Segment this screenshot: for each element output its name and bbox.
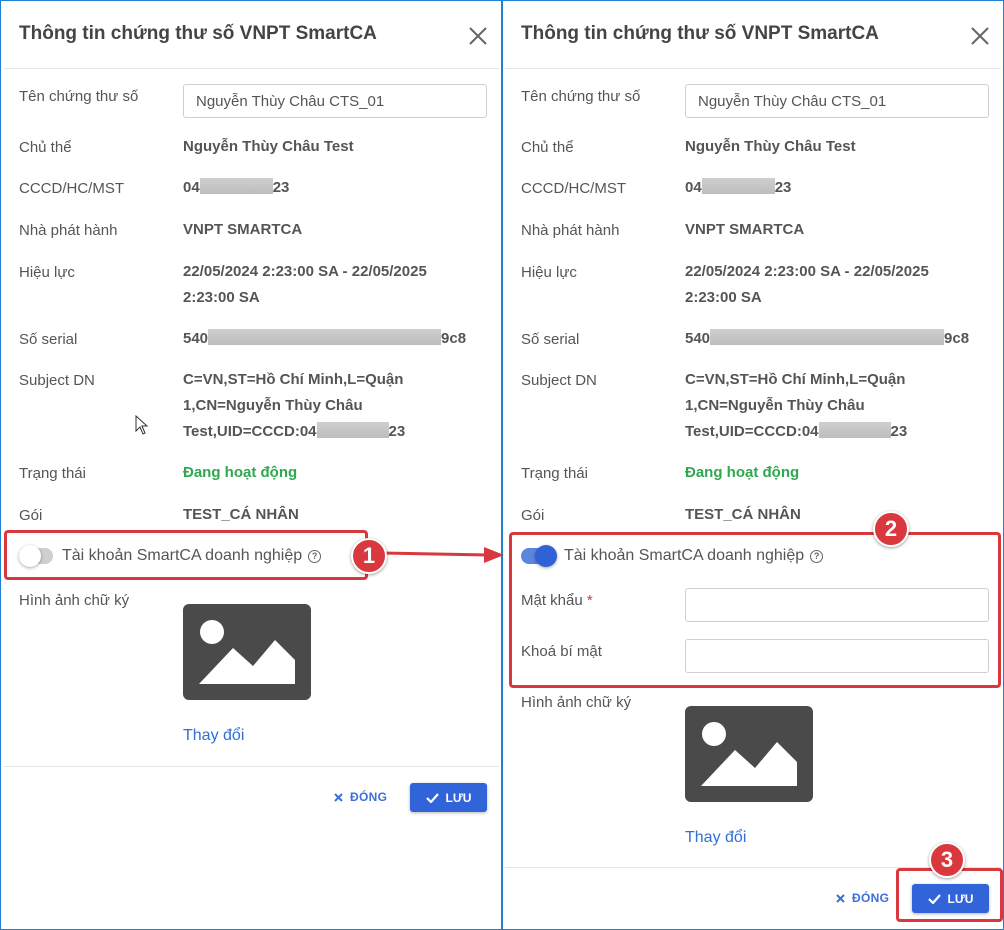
validity-label: Hiệu lực — [521, 264, 577, 281]
close-icon[interactable] — [969, 25, 991, 47]
signature-label: Hình ảnh chữ ký — [19, 592, 130, 609]
cert-name-input[interactable] — [183, 84, 487, 118]
close-icon — [836, 893, 845, 903]
serial-value: 540 9c8 — [685, 329, 970, 347]
issuer-value: VNPT SMARTCA — [183, 221, 303, 238]
close-button[interactable]: ĐÓNG — [836, 891, 889, 905]
dialog-right: Thông tin chứng thư số VNPT SmartCA Tên … — [502, 0, 1004, 930]
status-label: Trạng thái — [19, 465, 86, 482]
footer-divider — [3, 766, 499, 767]
cert-name-label: Tên chứng thư số — [521, 88, 641, 105]
package-label: Gói — [19, 507, 43, 524]
dn-label: Subject DN — [521, 372, 597, 389]
dialog-left: Thông tin chứng thư số VNPT SmartCA Tên … — [0, 0, 502, 930]
status-label: Trạng thái — [521, 465, 588, 482]
close-button[interactable]: ĐÓNG — [334, 790, 387, 804]
status-value: Đang hoạt động — [183, 464, 298, 481]
subject-label: Chủ thể — [521, 139, 574, 156]
close-icon — [334, 792, 343, 802]
status-value: Đang hoạt động — [685, 464, 800, 481]
id-value: 04 23 — [183, 178, 290, 196]
dialog-title: Thông tin chứng thư số VNPT SmartCA — [521, 23, 879, 44]
highlight-box-2 — [509, 532, 1001, 688]
cert-name-label: Tên chứng thư số — [19, 88, 139, 105]
issuer-label: Nhà phát hành — [19, 222, 118, 239]
subject-label: Chủ thể — [19, 139, 72, 156]
mouse-cursor-icon — [135, 415, 149, 435]
step-badge-1: 1 — [351, 538, 387, 574]
highlight-box-1 — [4, 530, 368, 580]
package-label: Gói — [521, 507, 545, 524]
image-placeholder-icon — [685, 706, 813, 802]
dn-label: Subject DN — [19, 372, 95, 389]
cert-name-input[interactable] — [685, 84, 989, 118]
step-badge-3: 3 — [929, 842, 965, 878]
serial-value: 540 9c8 — [183, 329, 467, 347]
subject-value: Nguyễn Thùy Châu Test — [685, 138, 856, 155]
issuer-value: VNPT SMARTCA — [685, 221, 805, 238]
serial-label: Số serial — [19, 331, 78, 348]
issuer-label: Nhà phát hành — [521, 222, 620, 239]
validity-value: 22/05/2024 2:23:00 SA - 22/05/2025 2:23:0… — [183, 263, 427, 306]
arrow-icon — [381, 547, 504, 563]
step-badge-2: 2 — [873, 511, 909, 547]
change-signature-link[interactable]: Thay đổi — [183, 727, 244, 745]
package-value: TEST_CÁ NHÂN — [685, 506, 801, 523]
id-label: CCCD/HC/MST — [19, 180, 124, 197]
package-value: TEST_CÁ NHÂN — [183, 506, 299, 523]
change-signature-link[interactable]: Thay đổi — [685, 829, 746, 847]
save-button[interactable]: LƯU — [410, 783, 487, 812]
check-icon — [425, 792, 439, 803]
validity-value: 22/05/2024 2:23:00 SA - 22/05/2025 2:23:0… — [685, 263, 929, 306]
dn-value: C=VN,ST=Hồ Chí Minh,L=Quận 1,CN=Nguyễn Th… — [685, 371, 908, 440]
image-placeholder-icon — [183, 604, 311, 700]
subject-value: Nguyễn Thùy Châu Test — [183, 138, 354, 155]
divider — [3, 68, 499, 69]
dn-value: C=VN,ST=Hồ Chí Minh,L=Quận 1,CN=Nguyễn Th… — [183, 371, 406, 440]
id-value: 04 23 — [685, 178, 792, 196]
signature-label: Hình ảnh chữ ký — [521, 694, 632, 711]
id-label: CCCD/HC/MST — [521, 180, 626, 197]
serial-label: Số serial — [521, 331, 580, 348]
divider — [505, 68, 1001, 69]
dialog-title: Thông tin chứng thư số VNPT SmartCA — [19, 23, 377, 44]
validity-label: Hiệu lực — [19, 264, 75, 281]
close-icon[interactable] — [467, 25, 489, 47]
